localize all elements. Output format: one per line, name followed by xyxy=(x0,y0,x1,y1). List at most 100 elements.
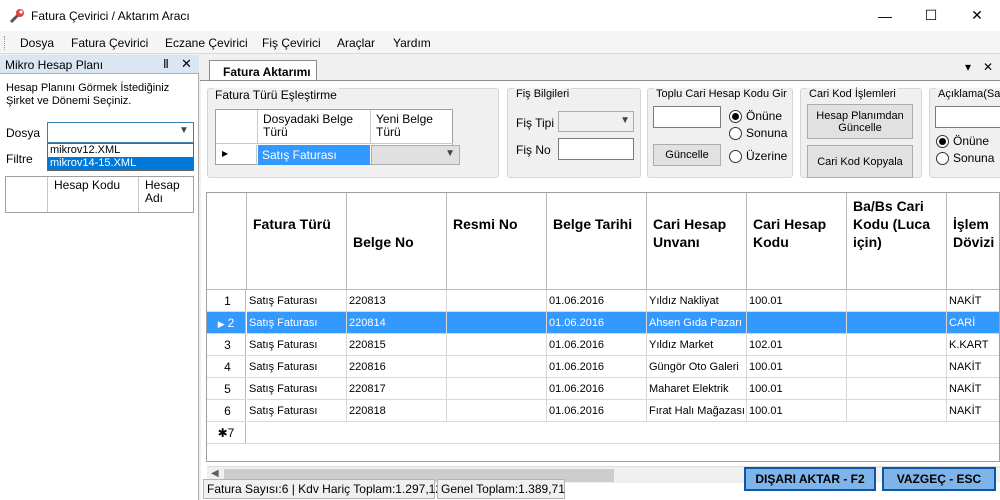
cell-cari-kod[interactable]: 100.01 xyxy=(747,400,847,422)
menu-fis-cevirici[interactable]: Fiş Çevirici xyxy=(262,36,321,50)
minimize-button[interactable]: — xyxy=(862,0,908,31)
scroll-left-icon[interactable]: ◀ xyxy=(211,468,219,479)
cell-cari-kod[interactable]: 102.01 xyxy=(747,334,847,356)
cell-cari-kod[interactable]: 100.01 xyxy=(747,290,847,312)
col-belge-tarihi[interactable]: Belge Tarihi xyxy=(547,193,647,290)
cell-fatura-turu[interactable]: Satış Faturası xyxy=(247,312,347,334)
dropdown-option[interactable]: mikrov12.XML xyxy=(48,144,193,157)
row-header[interactable]: 5 xyxy=(207,378,246,400)
radio-uzerine[interactable] xyxy=(729,150,742,163)
cell-belge-tarihi[interactable]: 01.06.2016 xyxy=(547,334,647,356)
col-hesap-kodu[interactable]: Hesap Kodu xyxy=(48,177,139,212)
cell-resmi-no[interactable] xyxy=(447,290,547,312)
cell-cari-unvan[interactable]: Yıldız Market xyxy=(647,334,747,356)
dropdown-option-selected[interactable]: mikrov14-15.XML xyxy=(48,157,193,170)
cell-babs[interactable] xyxy=(847,290,947,312)
cell-babs[interactable] xyxy=(847,312,947,334)
cell-cari-unvan[interactable]: Güngör Oto Galeri xyxy=(647,356,747,378)
cell-babs[interactable] xyxy=(847,400,947,422)
mapping-grid[interactable]: Dosyadaki Belge Türü Yeni Belge Türü ▶ S… xyxy=(215,109,460,165)
cell-resmi-no[interactable] xyxy=(447,356,547,378)
dosya-combobox[interactable]: ▼ xyxy=(47,122,194,143)
row-header[interactable]: 3 xyxy=(207,334,246,356)
row-header[interactable]: 1 xyxy=(207,290,246,312)
cell-doviz[interactable]: NAKİT xyxy=(947,400,999,422)
col-fatura-turu[interactable]: Fatura Türü xyxy=(247,193,347,290)
mapping-target-combobox[interactable]: ▼ xyxy=(371,145,460,165)
cell-fatura-turu[interactable]: Satış Faturası xyxy=(247,290,347,312)
menu-yardim[interactable]: Yardım xyxy=(393,36,431,50)
cell-babs[interactable] xyxy=(847,356,947,378)
tab-close-icon[interactable]: ✕ xyxy=(983,60,993,74)
cell-babs[interactable] xyxy=(847,378,947,400)
radio-aciklama-onune[interactable] xyxy=(936,135,949,148)
hesap-grid[interactable]: Hesap Kodu Hesap Adı xyxy=(5,176,194,213)
cell-resmi-no[interactable] xyxy=(447,312,547,334)
row-header[interactable]: ▶ 2 xyxy=(207,312,246,334)
hesap-planindan-guncelle-button[interactable]: Hesap Planımdan Güncelle xyxy=(807,104,913,139)
row-header[interactable]: 6 xyxy=(207,400,246,422)
col-hesap-adi[interactable]: Hesap Adı xyxy=(139,177,194,212)
cell-belge-tarihi[interactable]: 01.06.2016 xyxy=(547,400,647,422)
cari-kod-kopyala-button[interactable]: Cari Kod Kopyala xyxy=(807,145,913,178)
cell-resmi-no[interactable] xyxy=(447,334,547,356)
new-row[interactable] xyxy=(247,422,999,444)
cell-resmi-no[interactable] xyxy=(447,400,547,422)
pin-icon[interactable]: Ⅱ xyxy=(163,57,169,71)
col-islem-dovizi[interactable]: İşlem Dövizi xyxy=(947,193,999,290)
new-row-marker[interactable]: ✱7 xyxy=(207,422,246,444)
col-babs-cari-kodu[interactable]: Ba/Bs Cari Kodu (Luca için) xyxy=(847,193,947,290)
panel-close-icon[interactable]: ✕ xyxy=(181,56,192,72)
cell-belge-no[interactable]: 220813 xyxy=(347,290,447,312)
cell-cari-kod[interactable] xyxy=(747,312,847,334)
tab-fatura-aktarimi[interactable]: Fatura Aktarımı xyxy=(209,60,317,81)
disari-aktar-button[interactable]: DIŞARI AKTAR - F2 xyxy=(744,467,876,491)
cell-cari-kod[interactable]: 100.01 xyxy=(747,356,847,378)
row-header[interactable]: 4 xyxy=(207,356,246,378)
toplu-cari-kod-input[interactable] xyxy=(653,106,721,128)
guncelle-button[interactable]: Güncelle xyxy=(653,144,721,166)
cell-doviz[interactable]: NAKİT xyxy=(947,378,999,400)
close-button[interactable]: ✕ xyxy=(954,0,1000,31)
cell-doviz[interactable]: NAKİT xyxy=(947,356,999,378)
mapping-source-cell[interactable]: Satış Faturası xyxy=(258,145,370,165)
cell-belge-no[interactable]: 220814 xyxy=(347,312,447,334)
menu-fatura-cevirici[interactable]: Fatura Çevirici xyxy=(71,36,148,50)
cell-cari-unvan[interactable]: Yıldız Nakliyat xyxy=(647,290,747,312)
cell-doviz[interactable]: K.KART xyxy=(947,334,999,356)
menu-araclar[interactable]: Araçlar xyxy=(337,36,375,50)
cell-fatura-turu[interactable]: Satış Faturası xyxy=(247,334,347,356)
cell-belge-tarihi[interactable]: 01.06.2016 xyxy=(547,312,647,334)
menu-dosya[interactable]: Dosya xyxy=(20,36,54,50)
radio-sonuna[interactable] xyxy=(729,127,742,140)
cell-cari-unvan[interactable]: Fırat Halı Mağazası xyxy=(647,400,747,422)
fis-no-input[interactable] xyxy=(558,138,634,160)
cell-babs[interactable] xyxy=(847,334,947,356)
cell-belge-tarihi[interactable]: 01.06.2016 xyxy=(547,378,647,400)
cell-belge-tarihi[interactable]: 01.06.2016 xyxy=(547,290,647,312)
vazgec-button[interactable]: VAZGEÇ - ESC xyxy=(882,467,996,491)
chevron-down-icon[interactable]: ▼ xyxy=(620,115,630,126)
cell-fatura-turu[interactable]: Satış Faturası xyxy=(247,400,347,422)
col-resmi-no[interactable]: Resmi No xyxy=(447,193,547,290)
col-yeni-belge-turu[interactable]: Yeni Belge Türü xyxy=(371,110,453,144)
cell-belge-no[interactable]: 220818 xyxy=(347,400,447,422)
cell-fatura-turu[interactable]: Satış Faturası xyxy=(247,378,347,400)
aciklama-input[interactable] xyxy=(935,106,1000,128)
cell-belge-tarihi[interactable]: 01.06.2016 xyxy=(547,356,647,378)
menu-eczane-cevirici[interactable]: Eczane Çevirici xyxy=(165,36,248,50)
cell-cari-unvan[interactable]: Maharet Elektrik xyxy=(647,378,747,400)
fatura-grid[interactable]: Fatura Türü Belge No Resmi No Belge Tari… xyxy=(206,192,1000,462)
fis-tipi-combobox[interactable]: ▼ xyxy=(558,111,634,132)
mapping-row[interactable]: ▶ Satış Faturası ▼ xyxy=(216,145,460,165)
col-dosyadaki-belge-turu[interactable]: Dosyadaki Belge Türü xyxy=(258,110,371,144)
chevron-down-icon[interactable]: ▼ xyxy=(177,125,191,140)
cell-cari-kod[interactable]: 100.01 xyxy=(747,378,847,400)
maximize-button[interactable]: ☐ xyxy=(908,0,954,31)
radio-onune[interactable] xyxy=(729,110,742,123)
col-belge-no[interactable]: Belge No xyxy=(347,193,447,290)
col-cari-hesap-kodu[interactable]: Cari Hesap Kodu xyxy=(747,193,847,290)
cell-doviz[interactable]: CARİ xyxy=(947,312,999,334)
chevron-down-icon[interactable]: ▼ xyxy=(445,148,455,159)
cell-doviz[interactable]: NAKİT xyxy=(947,290,999,312)
